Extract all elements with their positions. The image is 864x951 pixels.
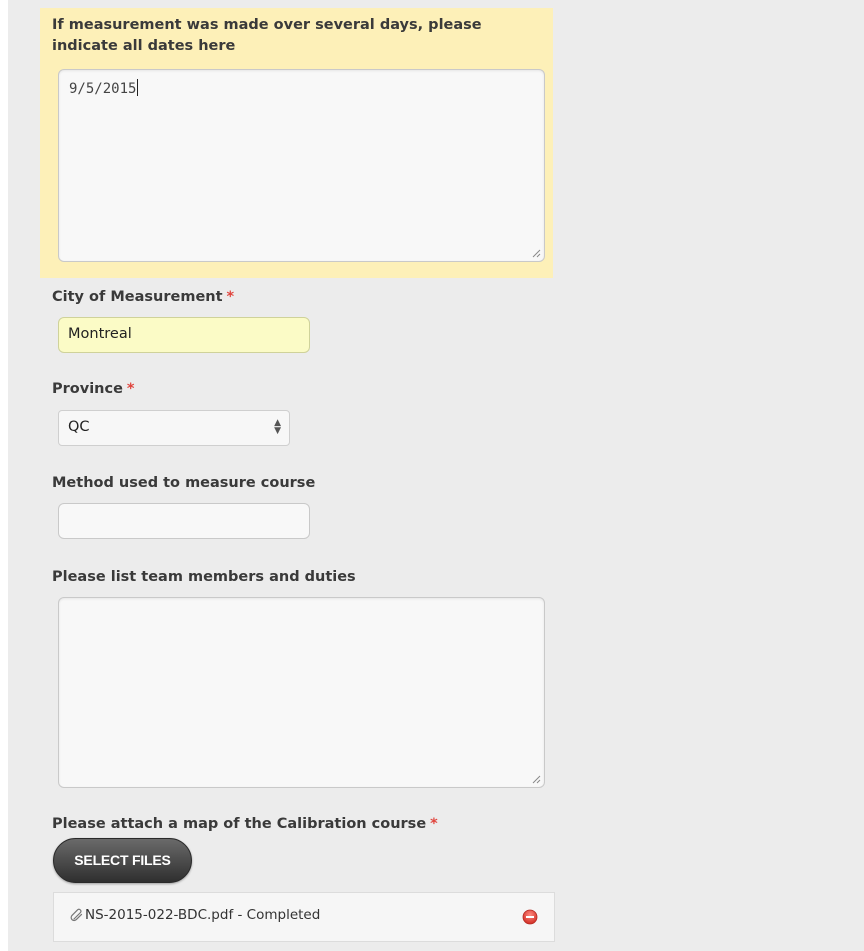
uploaded-file-item: NS-2015-022-BDC.pdf - Completed: [70, 907, 320, 923]
team-label: Please list team members and duties: [52, 567, 356, 588]
dates-textarea-value: 9/5/2015: [69, 81, 137, 97]
dates-textarea[interactable]: 9/5/2015: [58, 69, 545, 262]
map-label: Please attach a map of the Calibration c…: [52, 814, 438, 835]
dates-label-line1: If measurement was made over several day…: [52, 17, 482, 33]
resize-grip-icon[interactable]: [532, 249, 541, 258]
method-label: Method used to measure course: [52, 473, 315, 494]
city-label: City of Measurement *: [52, 287, 234, 308]
dates-label: If measurement was made over several day…: [52, 15, 482, 57]
file-status: - Completed: [233, 907, 321, 923]
file-name[interactable]: NS-2015-022-BDC.pdf: [85, 907, 233, 923]
paperclip-icon: [70, 908, 83, 922]
province-selected-value: QC: [68, 419, 90, 435]
required-asterisk: *: [430, 816, 438, 832]
page-edge: [0, 0, 8, 951]
method-label-text: Method used to measure course: [52, 475, 316, 491]
select-files-button[interactable]: SELECT FILES: [53, 838, 192, 883]
map-label-text: Please attach a map of the Calibration c…: [52, 816, 427, 832]
city-label-text: City of Measurement: [52, 289, 223, 305]
text-caret: [137, 79, 139, 96]
required-asterisk: *: [126, 381, 135, 397]
team-textarea[interactable]: [58, 597, 545, 788]
required-asterisk: *: [226, 289, 235, 305]
uploaded-file-list: NS-2015-022-BDC.pdf - Completed: [53, 892, 555, 942]
method-input[interactable]: [58, 503, 310, 539]
province-select[interactable]: QC ▲ ▼: [58, 410, 290, 446]
select-arrows-icon: ▲ ▼: [274, 418, 281, 436]
team-label-text: Please list team members and duties: [52, 569, 356, 585]
province-label-text: Province: [52, 381, 123, 397]
province-label: Province *: [52, 379, 135, 400]
city-input-value: Montreal: [68, 326, 132, 342]
resize-grip-icon[interactable]: [532, 775, 541, 784]
remove-file-icon[interactable]: [522, 909, 538, 925]
city-input[interactable]: Montreal: [58, 317, 310, 353]
dates-label-line2: indicate all dates here: [52, 38, 236, 54]
